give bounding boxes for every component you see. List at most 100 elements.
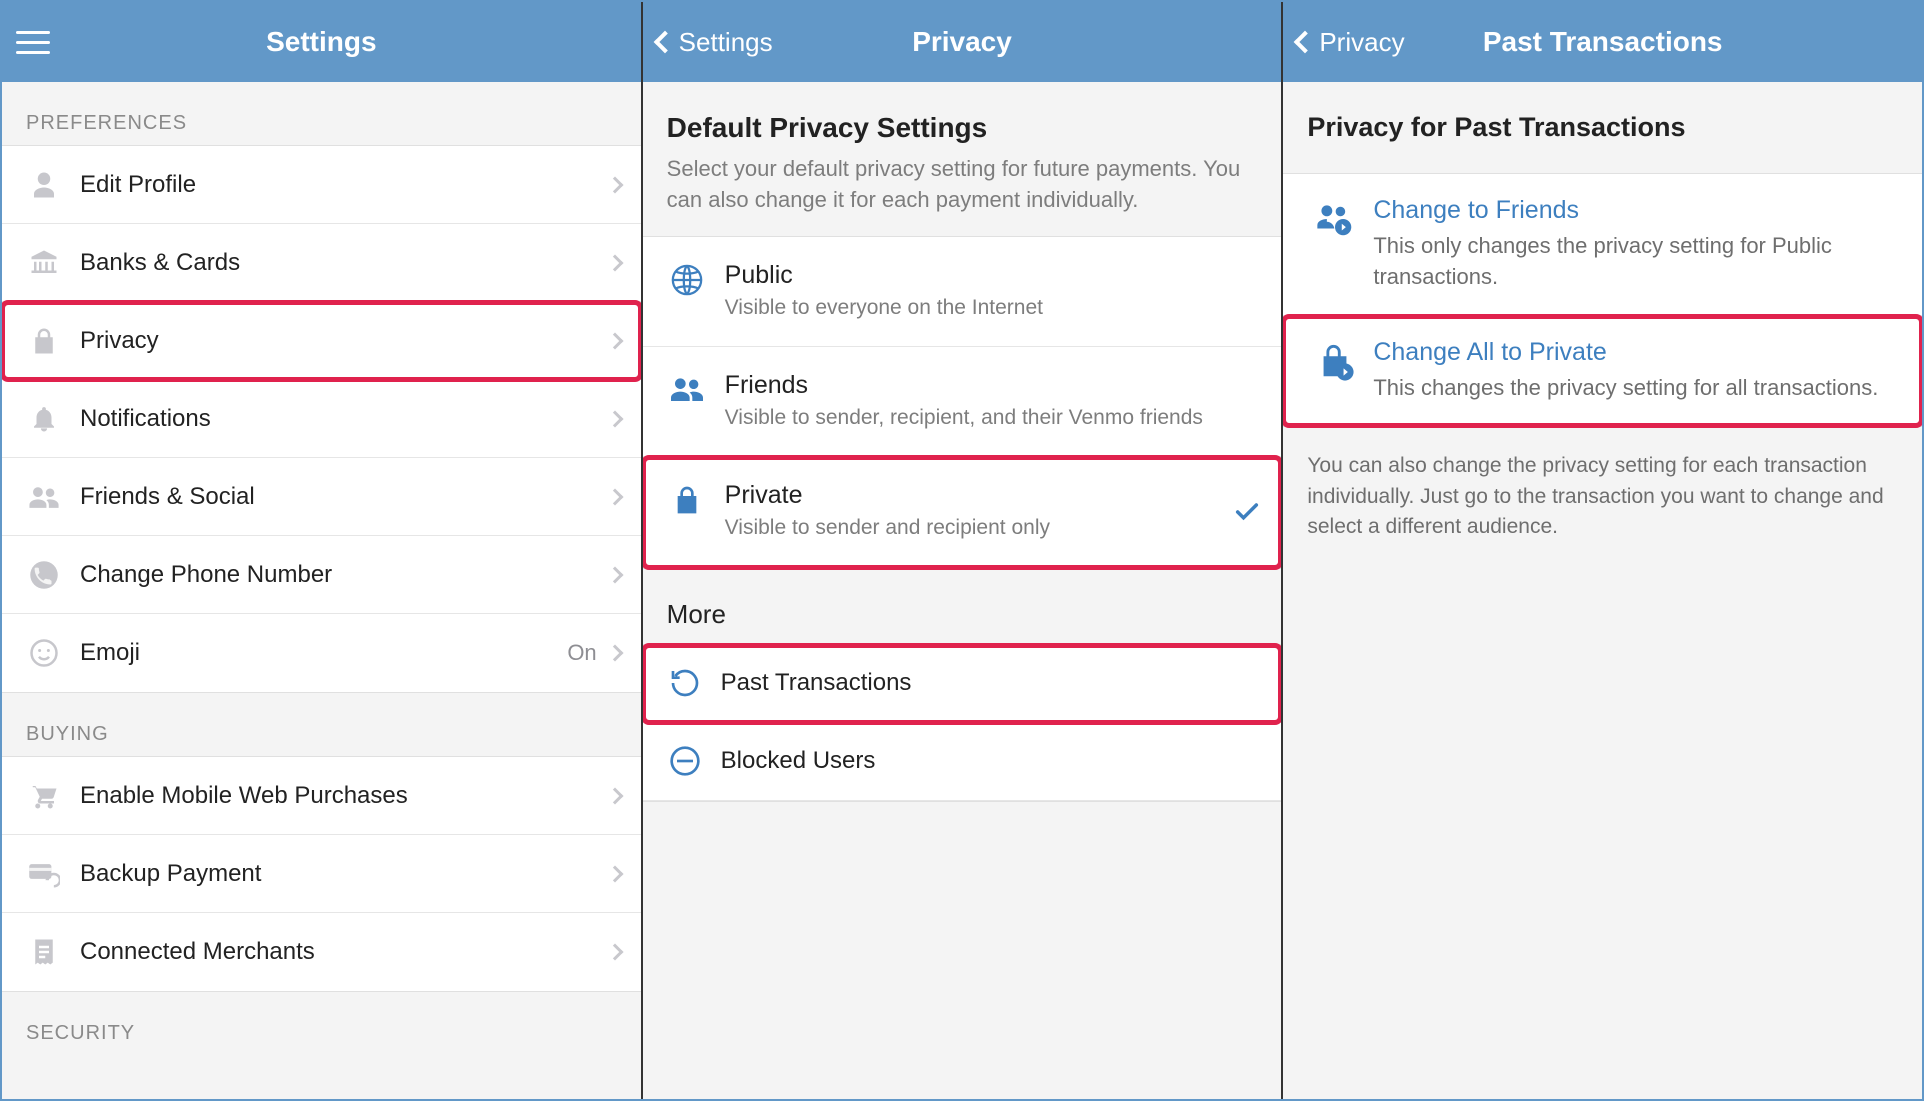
option-subtitle: Visible to everyone on the Internet: [725, 294, 1242, 322]
row-label: Past Transactions: [707, 669, 1262, 697]
action-subtitle: This only changes the privacy setting fo…: [1373, 231, 1888, 293]
row-label: Change Phone Number: [66, 561, 609, 589]
chevron-right-icon: [606, 645, 623, 662]
option-subtitle: Visible to sender and recipient only: [725, 514, 1214, 542]
option-friends[interactable]: Friends Visible to sender, recipient, an…: [643, 347, 1282, 457]
lock-icon: [663, 481, 711, 517]
page-heading: Privacy for Past Transactions: [1307, 112, 1898, 143]
back-button[interactable]: Privacy: [1297, 27, 1404, 58]
chevron-right-icon: [606, 787, 623, 804]
lock-icon: [22, 326, 66, 356]
row-value: On: [567, 640, 596, 666]
row-label: Edit Profile: [66, 171, 609, 199]
intro-subtitle: Select your default privacy setting for …: [667, 154, 1258, 216]
friends-icon: [663, 371, 711, 405]
chevron-right-icon: [606, 488, 623, 505]
option-title: Public: [725, 261, 1242, 290]
row-connected-merchants[interactable]: Connected Merchants: [2, 913, 641, 991]
chevron-right-icon: [606, 865, 623, 882]
navbar: Privacy Past Transactions: [1283, 2, 1922, 82]
chevron-right-icon: [606, 332, 623, 349]
privacy-options-group: Public Visible to everyone on the Intern…: [643, 236, 1282, 569]
row-blocked-users[interactable]: Blocked Users: [643, 723, 1282, 801]
row-enable-mobile-web[interactable]: Enable Mobile Web Purchases: [2, 757, 641, 835]
history-icon: [663, 667, 707, 699]
more-group: Past Transactions Blocked Users: [643, 644, 1282, 802]
card-refresh-icon: [22, 859, 66, 889]
row-past-transactions[interactable]: Past Transactions: [643, 645, 1282, 723]
checkmark-icon: [1233, 498, 1261, 526]
action-change-all-private[interactable]: Change All to Private This changes the p…: [1283, 316, 1922, 427]
action-change-to-friends[interactable]: Change to Friends This only changes the …: [1283, 174, 1922, 316]
more-header: More: [643, 569, 1282, 644]
row-label: Banks & Cards: [66, 249, 609, 277]
navbar: Settings Privacy: [643, 2, 1282, 82]
friends-icon: [22, 482, 66, 512]
heading-block: Privacy for Past Transactions: [1283, 82, 1922, 173]
chevron-right-icon: [606, 254, 623, 271]
navbar: Settings: [2, 2, 641, 82]
row-label: Privacy: [66, 327, 609, 355]
row-edit-profile[interactable]: Edit Profile: [2, 146, 641, 224]
settings-screen: Settings PREFERENCES Edit Profile Banks …: [2, 2, 643, 1099]
profile-icon: [22, 170, 66, 200]
option-public[interactable]: Public Visible to everyone on the Intern…: [643, 237, 1282, 347]
action-title: Change All to Private: [1373, 338, 1888, 367]
phone-icon: [22, 560, 66, 590]
menu-button[interactable]: [16, 31, 50, 54]
row-label: Notifications: [66, 405, 609, 433]
bell-icon: [22, 404, 66, 434]
row-privacy[interactable]: Privacy: [2, 302, 641, 380]
row-label: Connected Merchants: [66, 938, 609, 966]
row-label: Emoji: [66, 639, 567, 667]
lock-back-icon: [1307, 338, 1363, 404]
receipt-icon: [22, 937, 66, 967]
chevron-right-icon: [606, 410, 623, 427]
row-notifications[interactable]: Notifications: [2, 380, 641, 458]
intro-title: Default Privacy Settings: [667, 112, 1258, 144]
row-banks-cards[interactable]: Banks & Cards: [2, 224, 641, 302]
option-private[interactable]: Private Visible to sender and recipient …: [643, 457, 1282, 567]
footer-note: You can also change the privacy setting …: [1283, 427, 1922, 566]
bank-icon: [22, 248, 66, 278]
row-emoji[interactable]: Emoji On: [2, 614, 641, 692]
section-header-buying: BUYING: [2, 693, 641, 756]
navbar-title: Privacy: [912, 26, 1012, 58]
chevron-right-icon: [606, 944, 623, 961]
emoji-icon: [22, 638, 66, 668]
preferences-group: Edit Profile Banks & Cards Privacy Notif…: [2, 145, 641, 693]
chevron-left-icon: [1294, 31, 1317, 54]
actions-group: Change to Friends This only changes the …: [1283, 173, 1922, 427]
row-label: Friends & Social: [66, 483, 609, 511]
option-title: Private: [725, 481, 1214, 510]
row-label: Enable Mobile Web Purchases: [66, 782, 609, 810]
chevron-right-icon: [606, 566, 623, 583]
intro-block: Default Privacy Settings Select your def…: [643, 82, 1282, 236]
friends-back-icon: [1307, 196, 1363, 293]
back-button[interactable]: Settings: [657, 27, 773, 58]
navbar-title: Past Transactions: [1483, 26, 1723, 58]
past-transactions-screen: Privacy Past Transactions Privacy for Pa…: [1283, 2, 1922, 1099]
action-subtitle: This changes the privacy setting for all…: [1373, 373, 1888, 404]
navbar-title: Settings: [266, 26, 376, 58]
row-backup-payment[interactable]: Backup Payment: [2, 835, 641, 913]
cart-icon: [22, 781, 66, 811]
blocked-icon: [663, 745, 707, 777]
globe-icon: [663, 261, 711, 297]
section-header-security: SECURITY: [2, 992, 641, 1055]
back-label: Privacy: [1319, 27, 1404, 58]
row-friends-social[interactable]: Friends & Social: [2, 458, 641, 536]
row-label: Backup Payment: [66, 860, 609, 888]
row-label: Blocked Users: [707, 747, 1262, 775]
buying-group: Enable Mobile Web Purchases Backup Payme…: [2, 756, 641, 992]
chevron-left-icon: [653, 31, 676, 54]
back-label: Settings: [679, 27, 773, 58]
row-change-phone[interactable]: Change Phone Number: [2, 536, 641, 614]
option-title: Friends: [725, 371, 1242, 400]
action-title: Change to Friends: [1373, 196, 1888, 225]
option-subtitle: Visible to sender, recipient, and their …: [725, 404, 1242, 432]
hamburger-icon: [16, 31, 50, 54]
privacy-screen: Settings Privacy Default Privacy Setting…: [643, 2, 1284, 1099]
chevron-right-icon: [606, 176, 623, 193]
section-header-preferences: PREFERENCES: [2, 82, 641, 145]
